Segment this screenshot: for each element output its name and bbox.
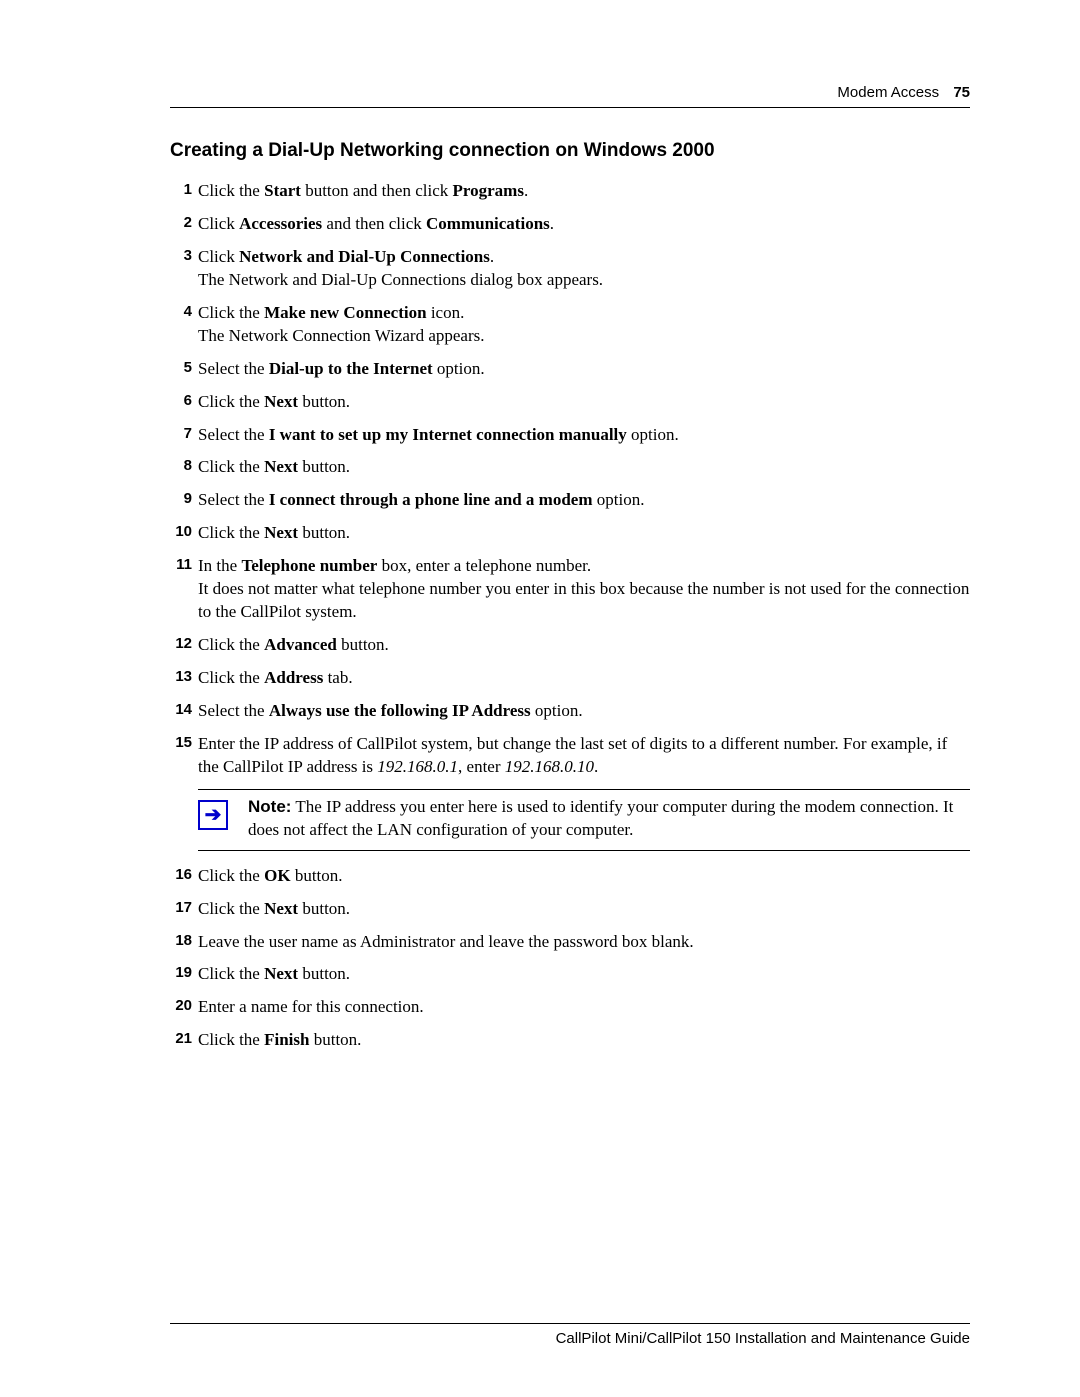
step-number: 12 bbox=[170, 634, 192, 654]
step-text: Select the I connect through a phone lin… bbox=[198, 490, 644, 509]
step-text: In the Telephone number box, enter a tel… bbox=[198, 556, 969, 621]
step-item: 9 Select the I connect through a phone li… bbox=[170, 489, 970, 512]
section-title: Creating a Dial-Up Networking connection… bbox=[170, 140, 970, 162]
note-text: Note: The IP address you enter here is u… bbox=[248, 796, 970, 842]
step-item: 3 Click Network and Dial-Up Connections.T… bbox=[170, 246, 970, 292]
step-text: Select the Always use the following IP A… bbox=[198, 701, 583, 720]
step-text: Click Network and Dial-Up Connections.Th… bbox=[198, 247, 603, 289]
arrow-right-icon: ➔ bbox=[198, 800, 228, 830]
step-item: 5 Select the Dial-up to the Internet opti… bbox=[170, 358, 970, 381]
step-number: 15 bbox=[170, 733, 192, 753]
step-number: 5 bbox=[170, 358, 192, 378]
page: Modem Access 75 Creating a Dial-Up Netwo… bbox=[0, 0, 1080, 1397]
step-number: 19 bbox=[170, 963, 192, 983]
steps-list: 1 Click the Start button and then click P… bbox=[170, 180, 970, 779]
step-item: 17 Click the Next button. bbox=[170, 898, 970, 921]
step-number: 2 bbox=[170, 213, 192, 233]
step-text: Click the Next button. bbox=[198, 457, 350, 476]
step-item: 16 Click the OK button. bbox=[170, 865, 970, 888]
note-body: The IP address you enter here is used to… bbox=[248, 797, 953, 839]
step-text: Click the Make new Connection icon.The N… bbox=[198, 303, 485, 345]
header-section: Modem Access bbox=[837, 84, 939, 101]
step-text: Click the Next button. bbox=[198, 964, 350, 983]
step-text: Click the Next button. bbox=[198, 392, 350, 411]
step-number: 16 bbox=[170, 865, 192, 885]
step-text: Click the Next button. bbox=[198, 523, 350, 542]
step-item: 13 Click the Address tab. bbox=[170, 667, 970, 690]
step-number: 7 bbox=[170, 424, 192, 444]
page-header: Modem Access 75 bbox=[170, 84, 970, 108]
step-item: 8 Click the Next button. bbox=[170, 456, 970, 479]
step-item: 14 Select the Always use the following IP… bbox=[170, 700, 970, 723]
step-item: 15 Enter the IP address of CallPilot syst… bbox=[170, 733, 970, 779]
step-text: Enter a name for this connection. bbox=[198, 997, 424, 1016]
step-item: 19 Click the Next button. bbox=[170, 963, 970, 986]
step-item: 6 Click the Next button. bbox=[170, 391, 970, 414]
step-item: 4 Click the Make new Connection icon.The … bbox=[170, 302, 970, 348]
step-number: 9 bbox=[170, 489, 192, 509]
steps-list-continued: 16 Click the OK button. 17 Click the Next b… bbox=[170, 865, 970, 1053]
step-number: 1 bbox=[170, 180, 192, 200]
step-item: 1 Click the Start button and then click P… bbox=[170, 180, 970, 203]
step-text: Click the Finish button. bbox=[198, 1030, 361, 1049]
step-number: 13 bbox=[170, 667, 192, 687]
step-number: 14 bbox=[170, 700, 192, 720]
step-text: Click the Next button. bbox=[198, 899, 350, 918]
step-text: Select the Dial-up to the Internet optio… bbox=[198, 359, 485, 378]
step-number: 20 bbox=[170, 996, 192, 1016]
step-item: 12 Click the Advanced button. bbox=[170, 634, 970, 657]
page-footer: CallPilot Mini/CallPilot 150 Installatio… bbox=[170, 1323, 970, 1347]
step-item: 18 Leave the user name as Administrator a… bbox=[170, 931, 970, 954]
content: Creating a Dial-Up Networking connection… bbox=[170, 140, 970, 1052]
step-number: 6 bbox=[170, 391, 192, 411]
step-number: 8 bbox=[170, 456, 192, 476]
step-text: Select the I want to set up my Internet … bbox=[198, 425, 679, 444]
step-number: 11 bbox=[170, 555, 192, 575]
header-page-number: 75 bbox=[953, 84, 970, 101]
step-text: Leave the user name as Administrator and… bbox=[198, 932, 694, 951]
step-text: Click the Advanced button. bbox=[198, 635, 389, 654]
note-label: Note: bbox=[248, 797, 291, 816]
step-item: 10 Click the Next button. bbox=[170, 522, 970, 545]
step-text: Click the OK button. bbox=[198, 866, 343, 885]
note-block: ➔ Note: The IP address you enter here is… bbox=[198, 789, 970, 851]
footer-text: CallPilot Mini/CallPilot 150 Installatio… bbox=[556, 1330, 970, 1347]
step-number: 3 bbox=[170, 246, 192, 266]
step-number: 10 bbox=[170, 522, 192, 542]
step-number: 17 bbox=[170, 898, 192, 918]
step-item: 7 Select the I want to set up my Internet… bbox=[170, 424, 970, 447]
step-text: Click the Address tab. bbox=[198, 668, 353, 687]
step-item: 21 Click the Finish button. bbox=[170, 1029, 970, 1052]
step-item: 20 Enter a name for this connection. bbox=[170, 996, 970, 1019]
step-number: 21 bbox=[170, 1029, 192, 1049]
step-text: Click the Start button and then click Pr… bbox=[198, 181, 528, 200]
step-text: Click Accessories and then click Communi… bbox=[198, 214, 554, 233]
step-text: Enter the IP address of CallPilot system… bbox=[198, 734, 947, 776]
step-number: 4 bbox=[170, 302, 192, 322]
step-item: 11 In the Telephone number box, enter a t… bbox=[170, 555, 970, 624]
step-item: 2 Click Accessories and then click Commun… bbox=[170, 213, 970, 236]
step-number: 18 bbox=[170, 931, 192, 951]
